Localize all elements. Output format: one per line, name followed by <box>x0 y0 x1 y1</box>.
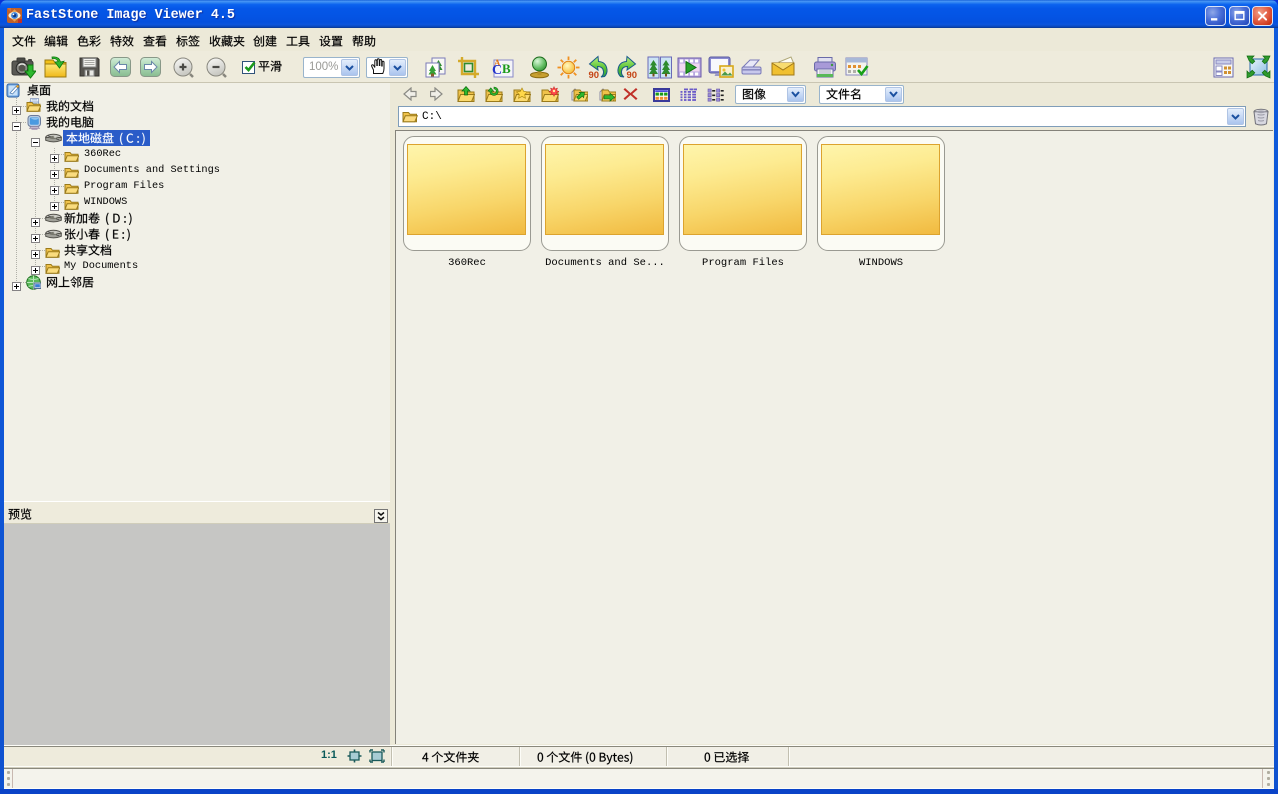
svg-text:90: 90 <box>589 70 600 79</box>
svg-text:C: C <box>492 63 502 78</box>
svg-text:B: B <box>502 61 511 76</box>
svg-text:90: 90 <box>627 70 638 79</box>
